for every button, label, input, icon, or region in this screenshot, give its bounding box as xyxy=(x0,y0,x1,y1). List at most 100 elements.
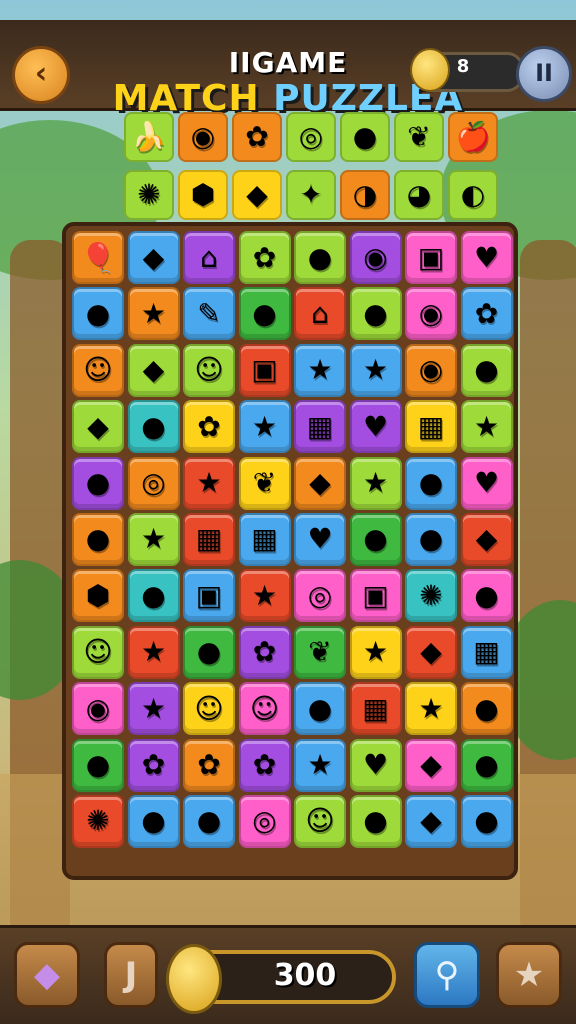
board-tile[interactable]: ◆ xyxy=(405,794,457,848)
board-tile[interactable]: ● xyxy=(460,682,513,736)
board-tile[interactable]: ▦ xyxy=(405,400,457,454)
board-tile[interactable]: ● xyxy=(460,569,513,623)
board-tile[interactable]: ⌂ xyxy=(183,231,235,284)
preview-tile[interactable]: ◕ xyxy=(394,170,444,220)
preview-tile[interactable]: 🍌 xyxy=(124,112,174,162)
board-tile[interactable]: ● xyxy=(349,512,402,566)
star-booster-button[interactable]: ★ xyxy=(496,942,562,1008)
board-tile[interactable]: ◉ xyxy=(405,343,457,397)
board-tile[interactable]: ✿ xyxy=(127,738,180,792)
board-tile[interactable]: ★ xyxy=(294,343,346,397)
board-tile[interactable]: ● xyxy=(349,287,402,341)
board-tile[interactable]: ● xyxy=(405,456,457,510)
board-tile[interactable]: ★ xyxy=(349,456,402,510)
board-tile[interactable]: ● xyxy=(127,400,180,454)
board-tile[interactable]: ▣ xyxy=(349,569,402,623)
board-tile[interactable]: ● xyxy=(72,738,124,792)
board-tile[interactable]: ◉ xyxy=(405,287,457,341)
board-tile[interactable]: ✿ xyxy=(238,231,291,284)
board-tile[interactable]: ◉ xyxy=(72,682,124,736)
board-tile[interactable]: ● xyxy=(460,343,513,397)
board-tile[interactable]: ❦ xyxy=(294,625,346,679)
preview-tile[interactable]: ◎ xyxy=(286,112,336,162)
board-tile[interactable]: ▣ xyxy=(238,343,291,397)
board-tile[interactable]: ◆ xyxy=(72,400,124,454)
board-tile[interactable]: ✎ xyxy=(183,287,235,341)
board-tile[interactable]: ● xyxy=(238,287,291,341)
board-tile[interactable]: ◎ xyxy=(127,456,180,510)
board-tile[interactable]: ★ xyxy=(127,287,180,341)
board-tile[interactable]: ● xyxy=(294,682,346,736)
board-tile[interactable]: ◆ xyxy=(294,456,346,510)
preview-tile[interactable]: ✦ xyxy=(286,170,336,220)
board-tile[interactable]: ● xyxy=(183,625,235,679)
preview-tile[interactable]: ◑ xyxy=(340,170,390,220)
gem-booster-button[interactable]: ◆ xyxy=(14,942,80,1008)
board-tile[interactable]: ⬢ xyxy=(72,569,124,623)
board-tile[interactable]: ★ xyxy=(294,738,346,792)
board-tile[interactable]: ♥ xyxy=(349,400,402,454)
board-tile[interactable]: ▦ xyxy=(349,682,402,736)
board-tile[interactable]: ◆ xyxy=(405,738,457,792)
board-tile[interactable]: ♥ xyxy=(460,456,513,510)
board-tile[interactable]: ★ xyxy=(238,569,291,623)
board-tile[interactable]: ● xyxy=(72,456,124,510)
board-tile[interactable]: ★ xyxy=(349,343,402,397)
board-tile[interactable]: ♥ xyxy=(349,738,402,792)
board-tile[interactable]: ★ xyxy=(405,682,457,736)
board-tile[interactable]: ☺ xyxy=(72,625,124,679)
board-tile[interactable]: ● xyxy=(72,512,124,566)
board-tile[interactable]: ● xyxy=(72,287,124,341)
board-tile[interactable]: ★ xyxy=(127,625,180,679)
board-tile[interactable]: ★ xyxy=(238,400,291,454)
preview-tile[interactable]: ✿ xyxy=(232,112,282,162)
board-tile[interactable]: ● xyxy=(294,231,346,284)
board-tile[interactable]: ★ xyxy=(460,400,513,454)
board-tile[interactable]: ★ xyxy=(183,456,235,510)
board-tile[interactable]: ▦ xyxy=(294,400,346,454)
board-tile[interactable]: ▦ xyxy=(238,512,291,566)
board-tile[interactable]: ✿ xyxy=(183,400,235,454)
pause-button[interactable]: II xyxy=(516,46,572,102)
board-tile[interactable]: 🎈 xyxy=(72,231,124,284)
board-tile[interactable]: ♥ xyxy=(460,231,513,284)
board-tile[interactable]: ◆ xyxy=(127,231,180,284)
board-tile[interactable]: ☺ xyxy=(294,794,346,848)
board-tile[interactable]: ✿ xyxy=(238,738,291,792)
board-tile[interactable]: ★ xyxy=(127,512,180,566)
board-tile[interactable]: ⌂ xyxy=(294,287,346,341)
board-tile[interactable]: ◎ xyxy=(294,569,346,623)
board-tile[interactable]: ● xyxy=(460,794,513,848)
board-tile[interactable]: ▣ xyxy=(405,231,457,284)
board-tile[interactable]: ● xyxy=(460,738,513,792)
board-tile[interactable]: ● xyxy=(127,794,180,848)
board-tile[interactable]: ☺ xyxy=(238,682,291,736)
board-tile[interactable]: ✿ xyxy=(183,738,235,792)
board-tile[interactable]: ▦ xyxy=(460,625,513,679)
preview-tile[interactable]: ◉ xyxy=(178,112,228,162)
board-tile[interactable]: ♥ xyxy=(294,512,346,566)
board-tile[interactable]: ● xyxy=(183,794,235,848)
preview-tile[interactable]: ◆ xyxy=(232,170,282,220)
preview-tile[interactable]: ⬢ xyxy=(178,170,228,220)
board-tile[interactable]: ✿ xyxy=(238,625,291,679)
preview-tile[interactable]: ❦ xyxy=(394,112,444,162)
board-tile[interactable]: ● xyxy=(405,512,457,566)
board-tile[interactable]: ◆ xyxy=(127,343,180,397)
board-tile[interactable]: ◉ xyxy=(349,231,402,284)
preview-tile[interactable]: ● xyxy=(340,112,390,162)
board-tile[interactable]: ● xyxy=(127,569,180,623)
board-tile[interactable]: ✺ xyxy=(405,569,457,623)
board-tile[interactable]: ◎ xyxy=(238,794,291,848)
board-tile[interactable]: ❦ xyxy=(238,456,291,510)
board-tile[interactable]: ◆ xyxy=(460,512,513,566)
board-tile[interactable]: ✺ xyxy=(72,794,124,848)
board-tile[interactable]: ★ xyxy=(127,682,180,736)
preview-tile[interactable]: ✺ xyxy=(124,170,174,220)
board-tile[interactable]: ✿ xyxy=(460,287,513,341)
board-tile[interactable]: ▣ xyxy=(183,569,235,623)
board-tile[interactable]: ◆ xyxy=(405,625,457,679)
preview-tile[interactable]: ◐ xyxy=(448,170,498,220)
hook-booster-button[interactable]: J xyxy=(104,942,158,1008)
board-tile[interactable]: ☺ xyxy=(72,343,124,397)
